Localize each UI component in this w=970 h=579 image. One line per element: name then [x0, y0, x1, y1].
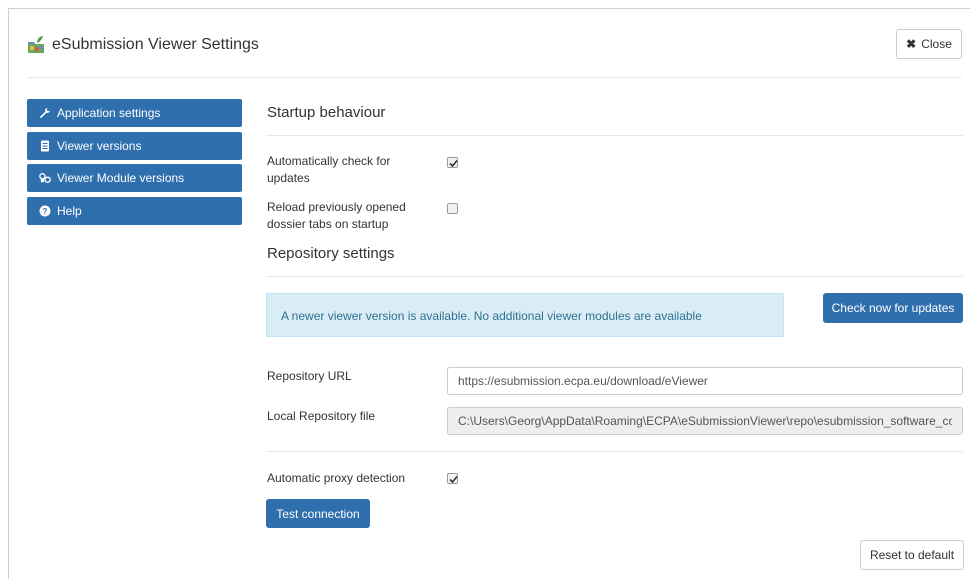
sidebar-item-label: Help	[57, 203, 82, 218]
startup-section-title: Startup behaviour	[267, 104, 386, 121]
wrench-icon	[39, 107, 51, 119]
question-circle-icon: ?	[39, 205, 51, 217]
update-status-text: A newer viewer version is available. No …	[281, 309, 702, 323]
folder-leaf-icon	[28, 36, 44, 53]
repository-url-label: Repository URL	[267, 369, 352, 383]
sidebar-item-help[interactable]: ? Help	[27, 196, 242, 225]
sidebar-item-viewer-module-versions[interactable]: Viewer Module versions	[27, 164, 242, 192]
reset-default-button[interactable]: Reset to default	[860, 540, 964, 570]
close-button[interactable]: ✖ Close	[896, 29, 962, 59]
cubes-icon	[39, 172, 51, 184]
reload-tabs-checkbox[interactable]	[447, 203, 458, 214]
file-icon	[39, 140, 51, 152]
test-connection-button[interactable]: Test connection	[266, 499, 370, 528]
close-icon: ✖	[906, 37, 917, 51]
checkmark-icon	[449, 475, 458, 484]
startup-divider	[266, 135, 963, 136]
repository-divider	[266, 276, 963, 277]
update-status-alert: A newer viewer version is available. No …	[266, 293, 784, 337]
check-updates-button[interactable]: Check now for updates	[823, 293, 963, 323]
sidebar-item-label: Application settings	[57, 106, 161, 120]
header-divider	[27, 77, 962, 78]
local-repository-label: Local Repository file	[267, 409, 376, 423]
auto-check-label: Automatically check for updates	[267, 154, 391, 185]
page-title: eSubmission Viewer Settings	[52, 36, 259, 53]
sidebar-item-viewer-versions[interactable]: Viewer versions	[27, 131, 242, 160]
proxy-divider	[266, 451, 963, 452]
reload-tabs-label: Reload previously opened dossier tabs on…	[267, 200, 406, 231]
repository-url-input[interactable]	[447, 367, 963, 395]
sidebar-item-label: Viewer Module versions	[57, 171, 185, 185]
auto-check-checkbox[interactable]	[447, 157, 458, 168]
window-title: eSubmission Viewer Settings	[26, 33, 259, 57]
proxy-detection-label: Automatic proxy detection	[267, 471, 406, 485]
sidebar-nav: Application settings Viewer versions Vie…	[27, 99, 242, 229]
proxy-detection-checkbox[interactable]	[447, 473, 458, 484]
local-repository-input[interactable]	[447, 407, 963, 435]
repository-section-title: Repository settings	[267, 245, 395, 262]
svg-text:?: ?	[43, 207, 48, 216]
checkmark-icon	[449, 159, 458, 168]
sidebar-item-application-settings[interactable]: Application settings	[27, 99, 242, 127]
close-button-label: Close	[921, 37, 952, 51]
sidebar-item-label: Viewer versions	[57, 138, 142, 153]
